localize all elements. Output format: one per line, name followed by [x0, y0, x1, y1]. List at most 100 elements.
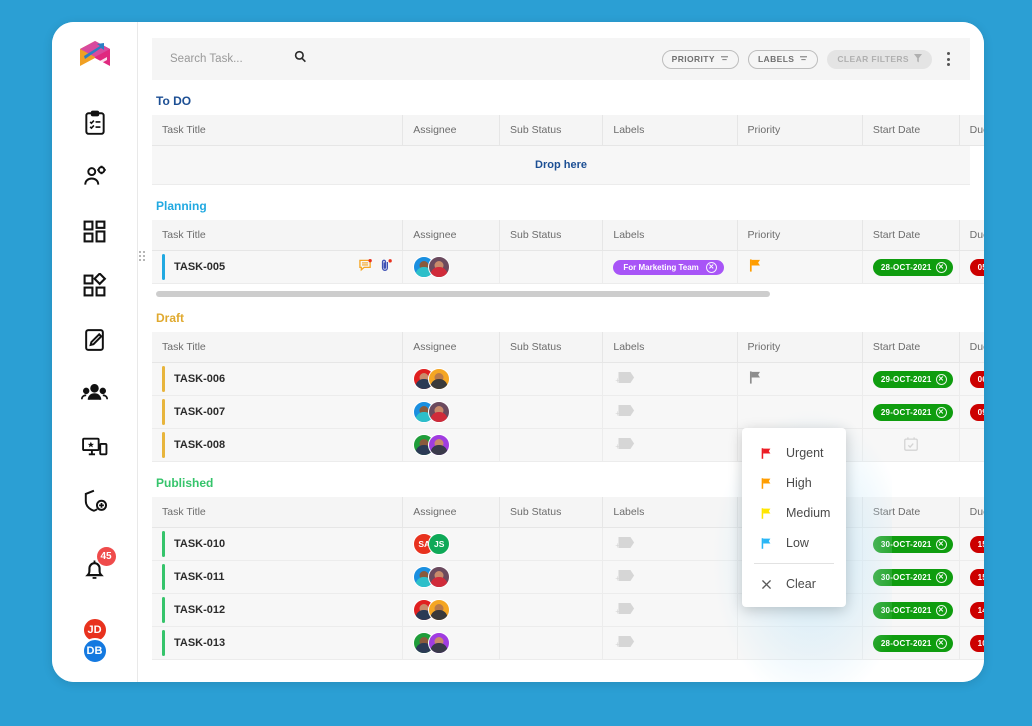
column-sub-status[interactable]: Sub Status [500, 332, 603, 363]
priority-cell[interactable] [737, 396, 862, 429]
column-task-title[interactable]: Task Title [152, 332, 403, 363]
start-date-cell[interactable]: 29-OCT-2021 ✕ [862, 363, 959, 396]
clear-date-icon[interactable]: ✕ [936, 262, 947, 273]
column-due-date[interactable]: Due Date [959, 332, 984, 363]
labels-cell[interactable]: For Marketing Team ✕ [603, 251, 737, 284]
due-date-pill[interactable]: 14-NOV-2021 ✕ [970, 602, 984, 619]
avatar[interactable] [428, 368, 450, 390]
assignee-cell[interactable] [403, 429, 500, 462]
labels-cell[interactable]: + [603, 528, 737, 561]
labels-cell[interactable]: + [603, 594, 737, 627]
due-date-cell[interactable]: 06-NOV-2021 ✕ [959, 363, 984, 396]
due-date-cell[interactable]: 15-NOV-2021 ✕ [959, 528, 984, 561]
column-assignee[interactable]: Assignee [403, 220, 500, 251]
due-date-pill[interactable]: 15-NOV-2021 ✕ [970, 569, 984, 586]
column-priority[interactable]: Priority [737, 332, 862, 363]
assignee-cell[interactable] [403, 363, 500, 396]
start-date-cell[interactable]: 29-OCT-2021 ✕ [862, 396, 959, 429]
labels-cell[interactable]: + [603, 561, 737, 594]
add-label-icon[interactable]: + [613, 541, 635, 553]
column-assignee[interactable]: Assignee [403, 115, 500, 146]
add-label-icon[interactable]: + [613, 607, 635, 619]
assignee-avatars[interactable] [413, 599, 489, 621]
avatar[interactable] [428, 401, 450, 423]
avatar[interactable] [428, 566, 450, 588]
due-date-cell[interactable]: 14-NOV-2021 ✕ [959, 594, 984, 627]
due-date-pill[interactable]: 05-NOV-2021 ✕ [970, 259, 984, 276]
assignee-avatars[interactable] [413, 256, 489, 278]
column-labels[interactable]: Labels [603, 115, 737, 146]
add-label-icon[interactable]: + [613, 442, 635, 454]
column-start-date[interactable]: Start Date [862, 115, 959, 146]
column-task-title[interactable]: Task Title [152, 497, 403, 528]
task-title-cell[interactable]: TASK-013 [152, 627, 403, 660]
priority-cell[interactable] [737, 627, 862, 660]
sidebar-item-tasks[interactable] [72, 100, 118, 146]
sidebar-item-modules[interactable] [72, 262, 118, 308]
sub-status-cell[interactable] [500, 429, 603, 462]
sub-status-cell[interactable] [500, 627, 603, 660]
sub-status-cell[interactable] [500, 528, 603, 561]
column-labels[interactable]: Labels [603, 220, 737, 251]
task-title-cell[interactable]: TASK-012 [152, 594, 403, 627]
clear-filters-button[interactable]: CLEAR FILTERS [827, 50, 932, 69]
sidebar-item-teams[interactable] [72, 370, 118, 416]
priority-option-urgent[interactable]: Urgent [742, 438, 846, 468]
column-start-date[interactable]: Start Date [862, 497, 959, 528]
due-date-cell[interactable]: 05-NOV-2021 ✕ [959, 251, 984, 284]
column-start-date[interactable]: Start Date [862, 220, 959, 251]
table-row[interactable]: TASK-008 [152, 429, 984, 462]
assignee-cell[interactable] [403, 627, 500, 660]
table-row[interactable]: TASK-006 [152, 363, 984, 396]
priority-option-clear[interactable]: Clear [742, 569, 846, 599]
start-date-cell[interactable]: 30-OCT-2021 ✕ [862, 528, 959, 561]
table-row[interactable]: TASK-013 [152, 627, 984, 660]
add-label-icon[interactable]: + [613, 574, 635, 586]
avatar[interactable] [428, 256, 450, 278]
column-sub-status[interactable]: Sub Status [500, 497, 603, 528]
sidebar-item-user-settings[interactable] [72, 154, 118, 200]
table-row[interactable]: TASK-011 [152, 561, 984, 594]
calendar-check-icon[interactable] [903, 443, 919, 455]
start-date-pill[interactable]: 30-OCT-2021 ✕ [873, 536, 953, 553]
priority-dropdown[interactable]: Urgent High Medium [742, 428, 846, 607]
attachment-icon[interactable] [379, 259, 392, 275]
due-date-cell[interactable] [959, 429, 984, 462]
sub-status-cell[interactable] [500, 594, 603, 627]
assignee-avatars[interactable]: SA JS [413, 533, 489, 555]
start-date-pill[interactable]: 29-OCT-2021 ✕ [873, 371, 953, 388]
assignee-cell[interactable] [403, 594, 500, 627]
add-label-icon[interactable]: + [613, 376, 635, 388]
clear-date-icon[interactable]: ✕ [936, 638, 947, 649]
start-date-cell[interactable]: 28-OCT-2021 ✕ [862, 627, 959, 660]
avatar-db[interactable]: DB [82, 638, 108, 664]
avatar-initials[interactable]: JS [428, 533, 450, 555]
assignee-avatars[interactable] [413, 368, 489, 390]
column-start-date[interactable]: Start Date [862, 332, 959, 363]
assignee-cell[interactable] [403, 561, 500, 594]
assignee-cell[interactable]: SA JS [403, 528, 500, 561]
due-date-cell[interactable]: 15-NOV-2021 ✕ [959, 561, 984, 594]
assignee-avatars[interactable] [413, 632, 489, 654]
sub-status-cell[interactable] [500, 561, 603, 594]
column-due-date[interactable]: Due Date [959, 220, 984, 251]
due-date-pill[interactable]: 06-NOV-2021 ✕ [970, 371, 984, 388]
start-date-pill[interactable]: 28-OCT-2021 ✕ [873, 635, 953, 652]
add-label-icon[interactable]: + [613, 409, 635, 421]
sub-status-cell[interactable] [500, 251, 603, 284]
labels-cell[interactable]: + [603, 627, 737, 660]
avatar[interactable] [428, 434, 450, 456]
sidebar-item-dashboard[interactable] [72, 208, 118, 254]
due-date-pill[interactable]: 09-NOV-2021 ✕ [970, 404, 984, 421]
task-title-cell[interactable]: TASK-011 [152, 561, 403, 594]
column-due-date[interactable]: Due Date [959, 115, 984, 146]
column-due-date[interactable]: Due Date [959, 497, 984, 528]
assignee-avatars[interactable] [413, 566, 489, 588]
column-assignee[interactable]: Assignee [403, 497, 500, 528]
remove-label-icon[interactable]: ✕ [706, 262, 717, 273]
drop-here-zone[interactable]: Drop here [152, 146, 970, 185]
start-date-cell[interactable]: 28-OCT-2021 ✕ [862, 251, 959, 284]
sub-status-cell[interactable] [500, 363, 603, 396]
priority-option-medium[interactable]: Medium [742, 498, 846, 528]
column-labels[interactable]: Labels [603, 497, 737, 528]
